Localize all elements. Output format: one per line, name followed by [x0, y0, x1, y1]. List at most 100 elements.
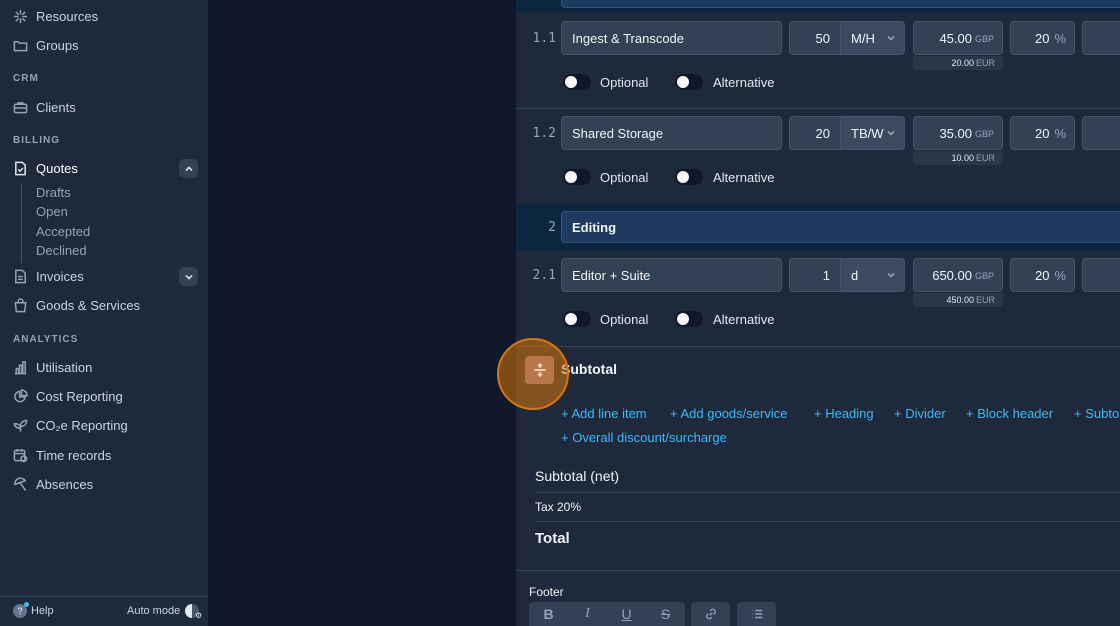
sidebar-item-groups[interactable]: Groups [13, 34, 79, 56]
beach-umbrella-icon [13, 476, 28, 492]
add-subtotal-link[interactable]: + Subto [1074, 406, 1119, 421]
item-extra-field[interactable] [1082, 258, 1120, 292]
sidebar-item-utilisation[interactable]: Utilisation [13, 356, 92, 378]
briefcase-icon [13, 100, 28, 115]
sidebar-item-time-records[interactable]: Time records [13, 444, 111, 466]
item-name-field[interactable]: Shared Storage [561, 116, 782, 150]
sidebar-item-co2e-reporting[interactable]: CO₂e Reporting [13, 414, 128, 436]
alternative-toggle[interactable] [675, 311, 703, 327]
sidebar-item-label: Resources [36, 8, 99, 24]
sidebar-item-resources[interactable]: Resources [13, 5, 98, 27]
auto-mode-label: Auto mode [127, 605, 181, 617]
alternative-toggle[interactable] [675, 169, 703, 185]
link-button[interactable] [691, 602, 730, 626]
expand-invoices-button[interactable] [179, 267, 198, 286]
item-cost-price: 10.00 EUR [913, 151, 1003, 165]
chevron-up-icon [184, 165, 193, 171]
sidebar-item-clients[interactable]: Clients [13, 96, 76, 118]
add-line-item-link[interactable]: + Add line item [561, 406, 647, 421]
item-unit-select[interactable]: M/H [840, 21, 905, 55]
sidebar-subitem-accepted[interactable]: Accepted [36, 223, 90, 241]
sidebar: Resources Groups CRM Clients BILLING Quo… [0, 0, 208, 626]
sidebar-item-quotes[interactable]: Quotes [13, 157, 78, 179]
underline-button[interactable]: U [607, 602, 646, 626]
item-name-field[interactable]: Ingest & Transcode [561, 21, 782, 55]
leaf-icon [13, 418, 28, 433]
price-value: 45.00 [939, 30, 972, 46]
add-divider-link[interactable]: + Divider [894, 406, 946, 421]
item-tax-field[interactable]: 20% [1010, 116, 1075, 150]
sidebar-subitem-open[interactable]: Open [36, 203, 68, 221]
optional-toggle[interactable] [563, 311, 591, 327]
item-extra-field[interactable] [1082, 116, 1120, 150]
alternative-label: Alternative [713, 170, 775, 185]
item-qty-field[interactable]: 1 [789, 258, 841, 292]
sidebar-subitem-drafts[interactable]: Drafts [36, 184, 71, 202]
cost-currency: EUR [975, 58, 995, 68]
sidebar-item-label: Time records [36, 447, 112, 463]
sidebar-subitem-declined[interactable]: Declined [36, 242, 87, 260]
help-button[interactable]: ? Help [13, 602, 54, 618]
heading-number: 2 [548, 220, 556, 235]
unit-value: TB/W [851, 125, 884, 141]
item-price-field[interactable]: 35.00 GBP [913, 116, 1003, 150]
document-icon [13, 269, 28, 284]
bullet-list-icon [751, 609, 762, 619]
item-name-field[interactable]: Editor + Suite [561, 258, 782, 292]
item-unit-select[interactable]: TB/W [840, 116, 905, 150]
item-qty-field[interactable]: 20 [789, 116, 841, 150]
section-label-billing: BILLING [13, 135, 60, 146]
item-tax-field[interactable]: 20% [1010, 21, 1075, 55]
item-tax-field[interactable]: 20% [1010, 258, 1075, 292]
heading-field-1[interactable] [561, 0, 1120, 8]
collapse-quotes-button[interactable] [179, 159, 198, 178]
add-overall-discount-link[interactable]: + Overall discount/surcharge [561, 430, 727, 445]
item-extra-field[interactable] [1082, 21, 1120, 55]
tax-label: Tax 20% [535, 500, 582, 514]
footer-label: Footer [529, 585, 564, 599]
alternative-label: Alternative [713, 75, 775, 90]
italic-button[interactable]: I [568, 602, 607, 626]
add-heading-link[interactable]: + Heading [814, 406, 874, 421]
resources-icon [13, 9, 28, 24]
document-check-icon [13, 161, 28, 176]
move-vertical-icon [534, 363, 545, 377]
add-block-header-link[interactable]: + Block header [966, 406, 1053, 421]
item-unit-select[interactable]: d [840, 258, 905, 292]
help-icon: ? [13, 602, 29, 618]
cost-currency: EUR [975, 153, 995, 163]
cost-value: 20.00 [951, 58, 974, 68]
item-price-field[interactable]: 650.00 GBP [913, 258, 1003, 292]
sidebar-item-label: Goods & Services [36, 297, 141, 313]
auto-mode-toggle[interactable]: Auto mode ⚙ [127, 604, 202, 620]
sidebar-item-absences[interactable]: Absences [13, 473, 93, 495]
add-goods-service-link[interactable]: + Add goods/service [670, 406, 787, 421]
item-qty-field[interactable]: 50 [789, 21, 841, 55]
optional-label: Optional [600, 75, 649, 90]
alternative-label: Alternative [713, 312, 775, 327]
drag-handle-button[interactable] [525, 356, 554, 384]
list-toolbar [737, 602, 776, 626]
tax-unit: % [1054, 267, 1066, 283]
bullet-list-button[interactable] [737, 602, 776, 626]
sidebar-item-label: Invoices [36, 268, 84, 284]
tax-value: 20 [1034, 30, 1050, 46]
sidebar-item-cost-reporting[interactable]: Cost Reporting [13, 385, 123, 407]
optional-toggle[interactable] [563, 169, 591, 185]
item-price-field[interactable]: 45.00 GBP [913, 21, 1003, 55]
item-number: 1.2 [532, 126, 556, 141]
unit-value: d [851, 267, 859, 283]
sidebar-footer: ? Help Auto mode ⚙ [0, 596, 208, 626]
help-label: Help [31, 605, 54, 617]
optional-toggle[interactable] [563, 74, 591, 90]
sidebar-item-goods-services[interactable]: Goods & Services [13, 294, 140, 316]
alternative-toggle[interactable] [675, 74, 703, 90]
price-currency: GBP [974, 129, 994, 139]
bold-button[interactable]: B [529, 602, 568, 626]
link-toolbar [691, 602, 730, 626]
sidebar-item-label: Absences [36, 476, 94, 492]
sidebar-item-label: Clients [36, 99, 76, 115]
strikethrough-button[interactable]: S [646, 602, 685, 626]
sidebar-item-invoices[interactable]: Invoices [13, 265, 84, 287]
heading-title-field[interactable]: Editing [561, 211, 1120, 243]
